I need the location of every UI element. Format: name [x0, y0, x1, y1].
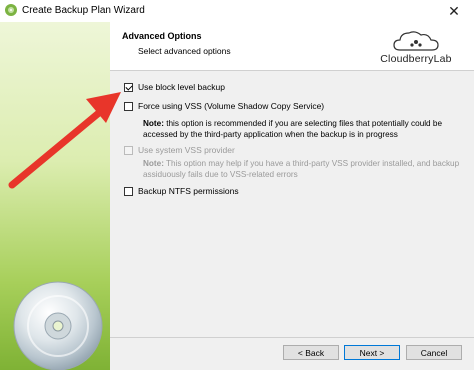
cloud-logo-icon: [393, 31, 439, 51]
close-icon: ✕: [448, 2, 460, 19]
cloudberrylab-logo: CloudberryLab: [372, 26, 460, 68]
back-button[interactable]: < Back: [283, 345, 339, 360]
note-label: Note:: [143, 159, 164, 168]
side-banner: [0, 22, 110, 370]
force-vss-checkbox[interactable]: [124, 101, 133, 111]
logo-text: CloudberryLab: [380, 53, 452, 65]
window-title: Create Backup Plan Wizard: [22, 5, 145, 16]
option-block-level-backup[interactable]: Use block level backup: [124, 82, 225, 92]
page-title: Advanced Options: [122, 31, 202, 41]
option-label: Use block level backup: [138, 82, 225, 92]
wizard-header: Advanced Options Select advanced options…: [110, 22, 474, 71]
disc-icon: [13, 281, 103, 370]
wizard-window: Create Backup Plan Wizard ✕ Advanced Opt…: [0, 0, 474, 370]
note-text: This option may help if you have a third…: [143, 159, 460, 179]
force-vss-note: Note: this option is recommended if you …: [143, 118, 463, 140]
option-label: Backup NTFS permissions: [138, 186, 239, 196]
cancel-button[interactable]: Cancel: [406, 345, 462, 360]
option-backup-ntfs-permissions[interactable]: Backup NTFS permissions: [124, 186, 239, 196]
title-bar: Create Backup Plan Wizard ✕: [0, 0, 474, 22]
option-force-vss[interactable]: Force using VSS (Volume Shadow Copy Serv…: [124, 101, 324, 111]
page-subtitle: Select advanced options: [138, 46, 231, 56]
system-vss-checkbox: [124, 145, 133, 155]
system-vss-note: Note: This option may help if you have a…: [143, 158, 463, 180]
ntfs-permissions-checkbox[interactable]: [124, 186, 133, 196]
block-level-checkbox[interactable]: [124, 82, 133, 92]
close-button[interactable]: ✕: [434, 0, 474, 22]
option-system-vss-provider: Use system VSS provider: [124, 145, 235, 155]
footer-divider: [110, 337, 474, 338]
app-icon: [5, 4, 17, 16]
note-label: Note:: [143, 119, 164, 128]
option-label: Use system VSS provider: [138, 145, 235, 155]
note-text: this option is recommended if you are se…: [143, 119, 442, 139]
next-button[interactable]: Next >: [344, 345, 400, 360]
option-label: Force using VSS (Volume Shadow Copy Serv…: [138, 101, 325, 111]
